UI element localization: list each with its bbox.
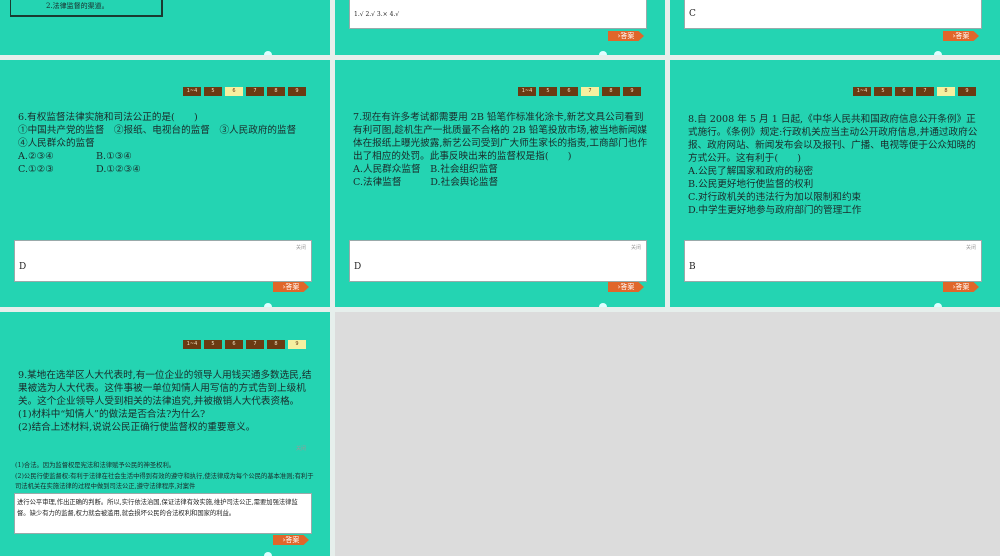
nav-6[interactable]: 6 xyxy=(560,87,578,96)
answer-button[interactable]: ›答案 xyxy=(943,31,979,41)
slide-marker xyxy=(934,303,942,307)
close-button[interactable]: 关闭 xyxy=(966,244,976,251)
empty-area xyxy=(335,312,1000,556)
nav-9[interactable]: 9 xyxy=(958,87,976,96)
option-d: D.①②③④ xyxy=(96,164,141,175)
nav-7[interactable]: 7 xyxy=(246,340,264,349)
option-b: B.公民更好地行使监督的权利 xyxy=(688,179,814,190)
nav-6[interactable]: 6 xyxy=(895,87,913,96)
nav-5[interactable]: 5 xyxy=(874,87,892,96)
question-9: 9.某地在选举区人大代表时,有一位企业的领导人用钱买通多数选民,结果被选为人大代… xyxy=(18,369,312,434)
slide-q7: 1~4 5 6 7 8 9 7.现在有许多考试都需要用 2B 铅笔作标准化涂卡,新艺文具公… xyxy=(335,60,665,307)
question-7: 7.现在有许多考试都需要用 2B 铅笔作标准化涂卡,新艺文具公司看到有利可图,趁… xyxy=(353,111,647,189)
question-line: ①中国共产党的监督 ②报纸、电视台的监督 ③人民政府的监督 xyxy=(18,125,297,136)
nav-8[interactable]: 8 xyxy=(602,87,620,96)
answer-box: 关闭 D xyxy=(349,240,647,282)
answer-button[interactable]: ›答案 xyxy=(943,282,979,292)
question-title: 7.现在有许多考试都需要用 2B 铅笔作标准化涂卡,新艺文具公司看到有利可图,趁… xyxy=(353,112,647,162)
options-cd: C.法律监督 D.社会舆论监督 xyxy=(353,177,499,188)
sub-question-1: (1)材料中“知情人”的做法是否合法?为什么? xyxy=(18,409,206,420)
option-b: B.①③④ xyxy=(96,151,132,162)
option-a: A.②③④ xyxy=(18,151,54,162)
answer-text: 1.√ 2.√ 3.× 4.√ xyxy=(354,11,400,18)
answer-box: 进行公平审理,作出正确的判断。所以,实行依法治国,保证法律有效实施,维护司法公正… xyxy=(14,493,312,534)
slide-top-3: C ›答案 xyxy=(670,0,1000,55)
answer-box: 关闭 D xyxy=(14,240,312,282)
answer-text: D xyxy=(354,262,362,272)
slide-q6: 1~4 5 6 7 8 9 6.有权监督法律实施和司法公正的是( ) ①中国共产党的监督 … xyxy=(0,60,330,307)
answer-button[interactable]: ›答案 xyxy=(608,282,644,292)
slide-q9: 1~4 5 6 7 8 9 9.某地在选举区人大代表时,有一位企业的领导人用钱买通多数选民… xyxy=(0,312,330,556)
nav-8[interactable]: 8 xyxy=(267,87,285,96)
nav-9[interactable]: 9 xyxy=(288,340,306,349)
slide-q8: 1~4 5 6 7 8 9 8.自 2008 年 5 月 1 日起,《中华人民共和国政府信… xyxy=(670,60,1000,307)
option-c: C.对行政机关的违法行为加以限制和约束 xyxy=(688,192,862,203)
nav-6[interactable]: 6 xyxy=(225,87,243,96)
answer-part-1: (1)合法。因为监督权是宪法和法律赋予公民的神圣权利。 xyxy=(15,462,176,469)
nav-5[interactable]: 5 xyxy=(204,87,222,96)
nav-1-4[interactable]: 1~4 xyxy=(183,87,201,96)
close-button[interactable]: 关闭 xyxy=(296,445,306,452)
answer-part-2: (2)公民行使监督权:有利于法律在社会生活中得到有效的遵守和执行,使法律成为每个… xyxy=(15,472,314,491)
answer-text: D xyxy=(19,262,27,272)
question-nav: 1~4 5 6 7 8 9 xyxy=(183,340,306,349)
question-nav: 1~4 5 6 7 8 9 xyxy=(183,87,306,96)
question-title: 8.自 2008 年 5 月 1 日起,《中华人民共和国政府信息公开条例》正式施… xyxy=(688,114,978,164)
question-nav: 1~4 5 6 7 8 9 xyxy=(853,87,976,96)
answer-button[interactable]: ›答案 xyxy=(608,31,644,41)
slide-marker xyxy=(599,303,607,307)
question-8: 8.自 2008 年 5 月 1 日起,《中华人民共和国政府信息公开条例》正式施… xyxy=(688,113,982,217)
nav-6[interactable]: 6 xyxy=(225,340,243,349)
close-button[interactable]: 关闭 xyxy=(631,244,641,251)
slide-marker xyxy=(934,51,942,55)
nav-8[interactable]: 8 xyxy=(267,340,285,349)
slide-marker xyxy=(264,303,272,307)
nav-5[interactable]: 5 xyxy=(539,87,557,96)
slide-top-2: 1.√ 2.√ 3.× 4.√ ›答案 xyxy=(335,0,665,55)
option-a: A.公民了解国家和政府的秘密 xyxy=(688,166,814,177)
answer-box: 1.√ 2.√ 3.× 4.√ xyxy=(349,0,647,29)
slide-marker xyxy=(264,51,272,55)
slide-marker xyxy=(599,51,607,55)
slide-marker xyxy=(264,552,272,556)
question-title: 6.有权监督法律实施和司法公正的是( ) xyxy=(18,112,198,123)
option-d: D.中学生更好地参与政府部门的管理工作 xyxy=(688,205,862,216)
options-ab: A.人民群众监督 B.社会组织监督 xyxy=(353,164,498,175)
close-button[interactable]: 关闭 xyxy=(296,244,306,251)
nav-7[interactable]: 7 xyxy=(581,87,599,96)
answer-box: C xyxy=(684,0,982,29)
nav-1-4[interactable]: 1~4 xyxy=(853,87,871,96)
sub-question-2: (2)结合上述材料,说说公民正确行使监督权的重要意义。 xyxy=(18,422,256,433)
question-6: 6.有权监督法律实施和司法公正的是( ) ①中国共产党的监督 ②报纸、电视台的监… xyxy=(18,111,312,176)
answer-part-3: 进行公平审理,作出正确的判断。所以,实行依法治国,保证法律有效实施,维护司法公正… xyxy=(17,499,298,517)
nav-1-4[interactable]: 1~4 xyxy=(183,340,201,349)
answer-button[interactable]: ›答案 xyxy=(273,535,309,545)
nav-8[interactable]: 8 xyxy=(937,87,955,96)
option-c: C.①②③ xyxy=(18,164,54,175)
nav-9[interactable]: 9 xyxy=(623,87,641,96)
answer-box: 关闭 B xyxy=(684,240,982,282)
nav-7[interactable]: 7 xyxy=(246,87,264,96)
nav-7[interactable]: 7 xyxy=(916,87,934,96)
nav-1-4[interactable]: 1~4 xyxy=(518,87,536,96)
answer-text: B xyxy=(689,262,696,272)
nav-5[interactable]: 5 xyxy=(204,340,222,349)
answer-button[interactable]: ›答案 xyxy=(273,282,309,292)
slide-top-1: 2.法律监督的渠道。 xyxy=(0,0,330,55)
question-nav: 1~4 5 6 7 8 9 xyxy=(518,87,641,96)
answer-text-overflow: (1)合法。因为监督权是宪法和法律赋予公民的神圣权利。 (2)公民行使监督权:有… xyxy=(15,461,315,493)
nav-9[interactable]: 9 xyxy=(288,87,306,96)
question-line: ④人民群众的监督 xyxy=(18,138,95,149)
summary-text: 2.法律监督的渠道。 xyxy=(46,2,109,10)
answer-text: C xyxy=(689,9,696,19)
question-title: 9.某地在选举区人大代表时,有一位企业的领导人用钱买通多数选民,结果被选为人大代… xyxy=(18,370,312,407)
